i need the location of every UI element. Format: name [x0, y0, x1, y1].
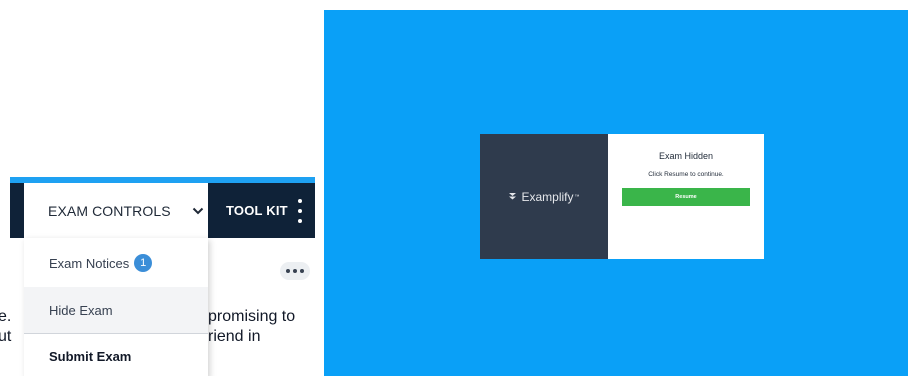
question-text-fragment: e.: [0, 308, 12, 325]
dialog-subtitle: Click Resume to continue.: [648, 171, 724, 178]
question-text-fragment: ut: [0, 328, 12, 345]
resume-button[interactable]: Resume: [622, 188, 750, 206]
menu-item-label: Submit Exam: [49, 349, 132, 364]
toolkit-button[interactable]: TOOL KIT: [226, 183, 288, 238]
notices-count-badge: 1: [134, 254, 153, 272]
question-text-fragment: riend in: [208, 328, 261, 345]
question-text-fragment: promising to: [208, 308, 296, 325]
exam-controls-menu: Exam Notices 1 Hide Exam Submit Exam: [24, 238, 208, 376]
dialog-content: Exam Hidden Click Resume to continue. Re…: [608, 134, 764, 259]
brand-logo: Examplify ™: [508, 189, 580, 204]
toolkit-label: TOOL KIT: [226, 203, 288, 218]
menu-item-hide-exam[interactable]: Hide Exam: [24, 287, 208, 333]
exam-window-panel: EXAM CONTROLS TOOL KIT e. ut promising t…: [0, 0, 322, 376]
exam-hidden-screen: Examplify ™ Exam Hidden Click Resume to c…: [324, 10, 908, 376]
menu-item-exam-notices[interactable]: Exam Notices 1: [24, 240, 208, 286]
kebab-menu-icon[interactable]: [295, 199, 305, 223]
brand-panel: Examplify ™: [480, 134, 608, 259]
brand-name: Examplify: [521, 189, 574, 204]
exam-controls-label: EXAM CONTROLS: [48, 202, 171, 219]
exam-controls-button[interactable]: EXAM CONTROLS: [24, 183, 208, 238]
more-horizontal-icon[interactable]: [280, 262, 310, 280]
examplify-logo-icon: [509, 193, 517, 200]
menu-item-label: Hide Exam: [49, 302, 113, 318]
chevron-down-icon: [191, 204, 205, 218]
exam-hidden-dialog: Examplify ™ Exam Hidden Click Resume to c…: [480, 134, 764, 259]
menu-item-label: Exam Notices: [49, 255, 130, 271]
dialog-title: Exam Hidden: [658, 151, 714, 161]
menu-item-submit-exam[interactable]: Submit Exam: [24, 333, 208, 376]
